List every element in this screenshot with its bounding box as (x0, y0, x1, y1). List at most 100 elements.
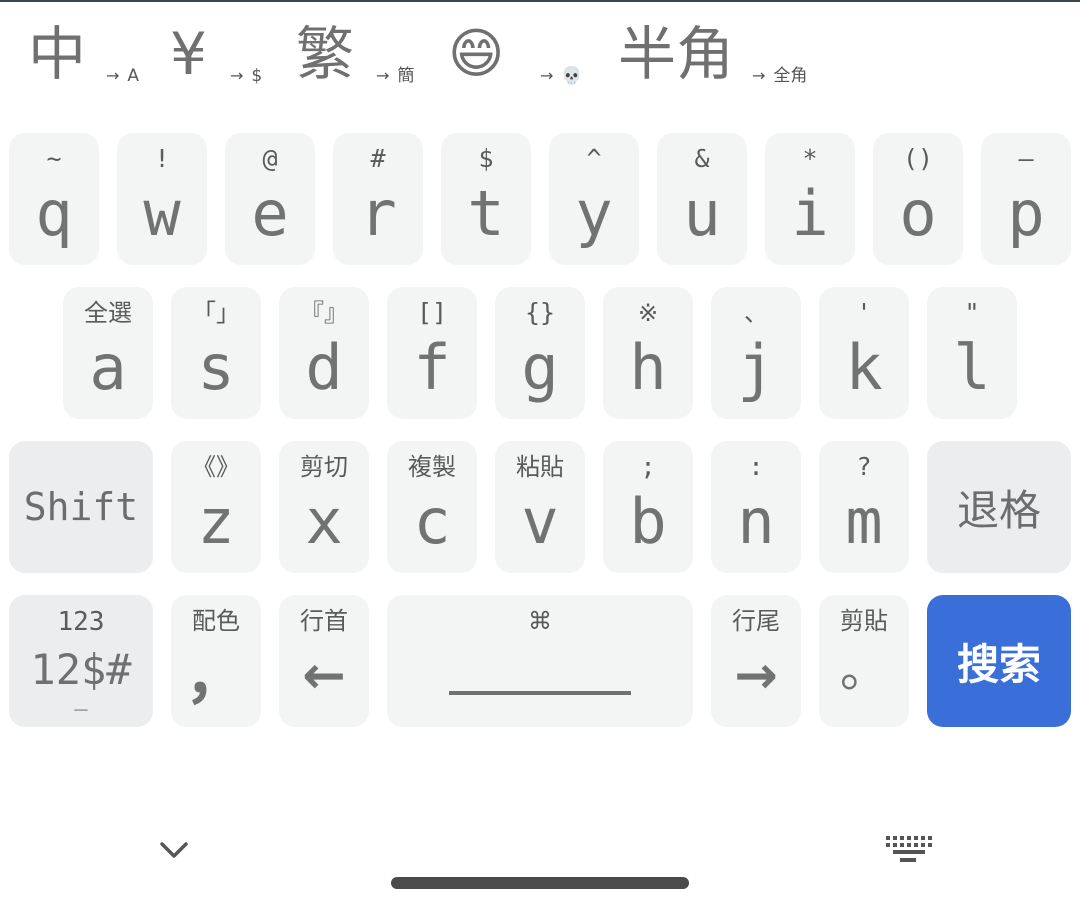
line-end-key[interactable]: 行尾 → (711, 595, 801, 727)
number-mode-key[interactable]: 123 12$# _ (9, 595, 153, 727)
key-p[interactable]: — p (981, 133, 1071, 265)
emoji-icon: 😄 (448, 22, 505, 85)
backspace-key[interactable]: 退格 (927, 441, 1071, 573)
backspace-label: 退格 (956, 485, 1041, 535)
keyboard-icon[interactable] (884, 834, 932, 866)
key-primary-label: i (791, 177, 829, 250)
key-c[interactable]: 複製 c (387, 441, 477, 573)
key-secondary-label: $ (478, 144, 494, 173)
key-secondary-label: — (1018, 144, 1034, 173)
key-l[interactable]: " l (927, 287, 1017, 419)
key-primary-label: a (89, 331, 127, 404)
key-secondary-label: 剪貼 (840, 607, 888, 635)
key-q[interactable]: ~ q (9, 133, 99, 265)
key-t[interactable]: $ t (441, 133, 531, 265)
key-x[interactable]: 剪切 x (279, 441, 369, 573)
key-j[interactable]: 、 j (711, 287, 801, 419)
key-primary-label: p (1007, 177, 1045, 250)
space-key[interactable]: ⌘ (387, 595, 693, 727)
key-secondary-label: 《》 (192, 453, 240, 481)
key-secondary-label: 「」 (192, 299, 240, 327)
key-secondary-label: ! (154, 144, 170, 173)
key-primary-label: x (305, 485, 343, 558)
key-m[interactable]: ? m (819, 441, 909, 573)
key-secondary-label: ※ (637, 299, 659, 327)
toolbar-item-hint: → 簡 (376, 66, 415, 86)
line-start-key[interactable]: 行首 ← (279, 595, 369, 727)
key-secondary-label: 『』 (300, 299, 348, 327)
key-secondary-label: 、 (744, 299, 768, 327)
key-w[interactable]: ! w (117, 133, 207, 265)
key-primary-label: u (683, 177, 721, 250)
key-primary-label: j (737, 331, 775, 404)
number-key-bottom-label: _ (74, 686, 88, 711)
key-primary-label: t (467, 177, 505, 250)
key-secondary-label: 行尾 (732, 607, 780, 635)
toolbar-item-traditional[interactable]: 繁 → 簡 (296, 14, 436, 104)
key-secondary-label: 行首 (300, 607, 348, 635)
key-primary-label: v (521, 485, 559, 558)
key-h[interactable]: ※ h (603, 287, 693, 419)
toolbar-item-label: ¥ (170, 20, 207, 88)
key-primary-label: q (35, 177, 73, 250)
key-primary-label: e (251, 177, 289, 250)
key-i[interactable]: * i (765, 133, 855, 265)
key-o[interactable]: () o (873, 133, 963, 265)
key-z[interactable]: 《》 z (171, 441, 261, 573)
key-k[interactable]: ' k (819, 287, 909, 419)
shift-label: Shift (23, 485, 139, 529)
key-secondary-label: ; (640, 452, 656, 481)
search-label: 搜索 (956, 639, 1041, 689)
number-key-top-label: 123 (57, 607, 105, 637)
chevron-down-icon[interactable] (156, 832, 192, 868)
key-secondary-label: [] (416, 298, 448, 327)
key-primary-label: r (359, 177, 397, 250)
toolbar-item-halfwidth[interactable]: 半角 → 全角 (618, 14, 838, 104)
key-secondary-label: {} (524, 298, 556, 327)
paste-key[interactable]: 剪貼 。 (819, 595, 909, 727)
color-scheme-key[interactable]: 配色 ， (171, 595, 261, 727)
key-secondary-label: ' (856, 298, 872, 327)
key-r[interactable]: # r (333, 133, 423, 265)
key-v[interactable]: 粘貼 v (495, 441, 585, 573)
search-key[interactable]: 搜索 (927, 595, 1071, 727)
key-f[interactable]: [] f (387, 287, 477, 419)
key-s[interactable]: 「」 s (171, 287, 261, 419)
arrow-left-icon: ← (302, 646, 346, 706)
key-a[interactable]: 全選 a (63, 287, 153, 419)
key-u[interactable]: & u (657, 133, 747, 265)
key-primary-label: l (953, 331, 991, 404)
key-e[interactable]: @ e (225, 133, 315, 265)
key-secondary-label: 全選 (84, 299, 132, 327)
shift-key[interactable]: Shift (9, 441, 153, 573)
key-primary-label: 。 (839, 642, 888, 698)
key-primary-label: k (845, 331, 883, 404)
toolbar-item-hint: → A (106, 66, 140, 86)
key-primary-label: g (521, 331, 559, 404)
toolbar-item-input-mode[interactable]: 中 → A (28, 14, 158, 104)
key-primary-label: c (413, 485, 451, 558)
key-primary-label: o (899, 177, 937, 250)
toolbar-item-label: 繁 (296, 20, 355, 88)
toolbar-item-currency[interactable]: ¥ → $ (170, 14, 290, 104)
toolbar-item-emoji[interactable]: 😄 → 💀 (448, 14, 598, 104)
key-primary-label: f (413, 331, 451, 404)
home-gesture-bar[interactable] (391, 877, 689, 889)
key-secondary-label: 粘貼 (516, 453, 564, 481)
candidate-toolbar: 中 → A ¥ → $ 繁 → 簡 😄 → 💀 半角 → 全角 (0, 14, 1080, 104)
arrow-right-icon: → (734, 646, 778, 706)
key-primary-label: s (197, 331, 235, 404)
key-secondary-label: () (902, 144, 934, 173)
key-g[interactable]: {} g (495, 287, 585, 419)
key-secondary-label: 剪切 (300, 453, 348, 481)
key-n[interactable]: :n (711, 441, 801, 573)
toolbar-item-hint: → 全角 (752, 66, 808, 86)
key-secondary-label: ~ (46, 144, 62, 173)
key-primary-label: z (197, 485, 235, 558)
key-secondary-label: & (694, 144, 710, 173)
toolbar-item-hint: → $ (230, 66, 263, 86)
key-y[interactable]: ^ y (549, 133, 639, 265)
key-b[interactable]: ; b (603, 441, 693, 573)
key-d[interactable]: 『』 d (279, 287, 369, 419)
key-primary-label: y (575, 177, 613, 250)
